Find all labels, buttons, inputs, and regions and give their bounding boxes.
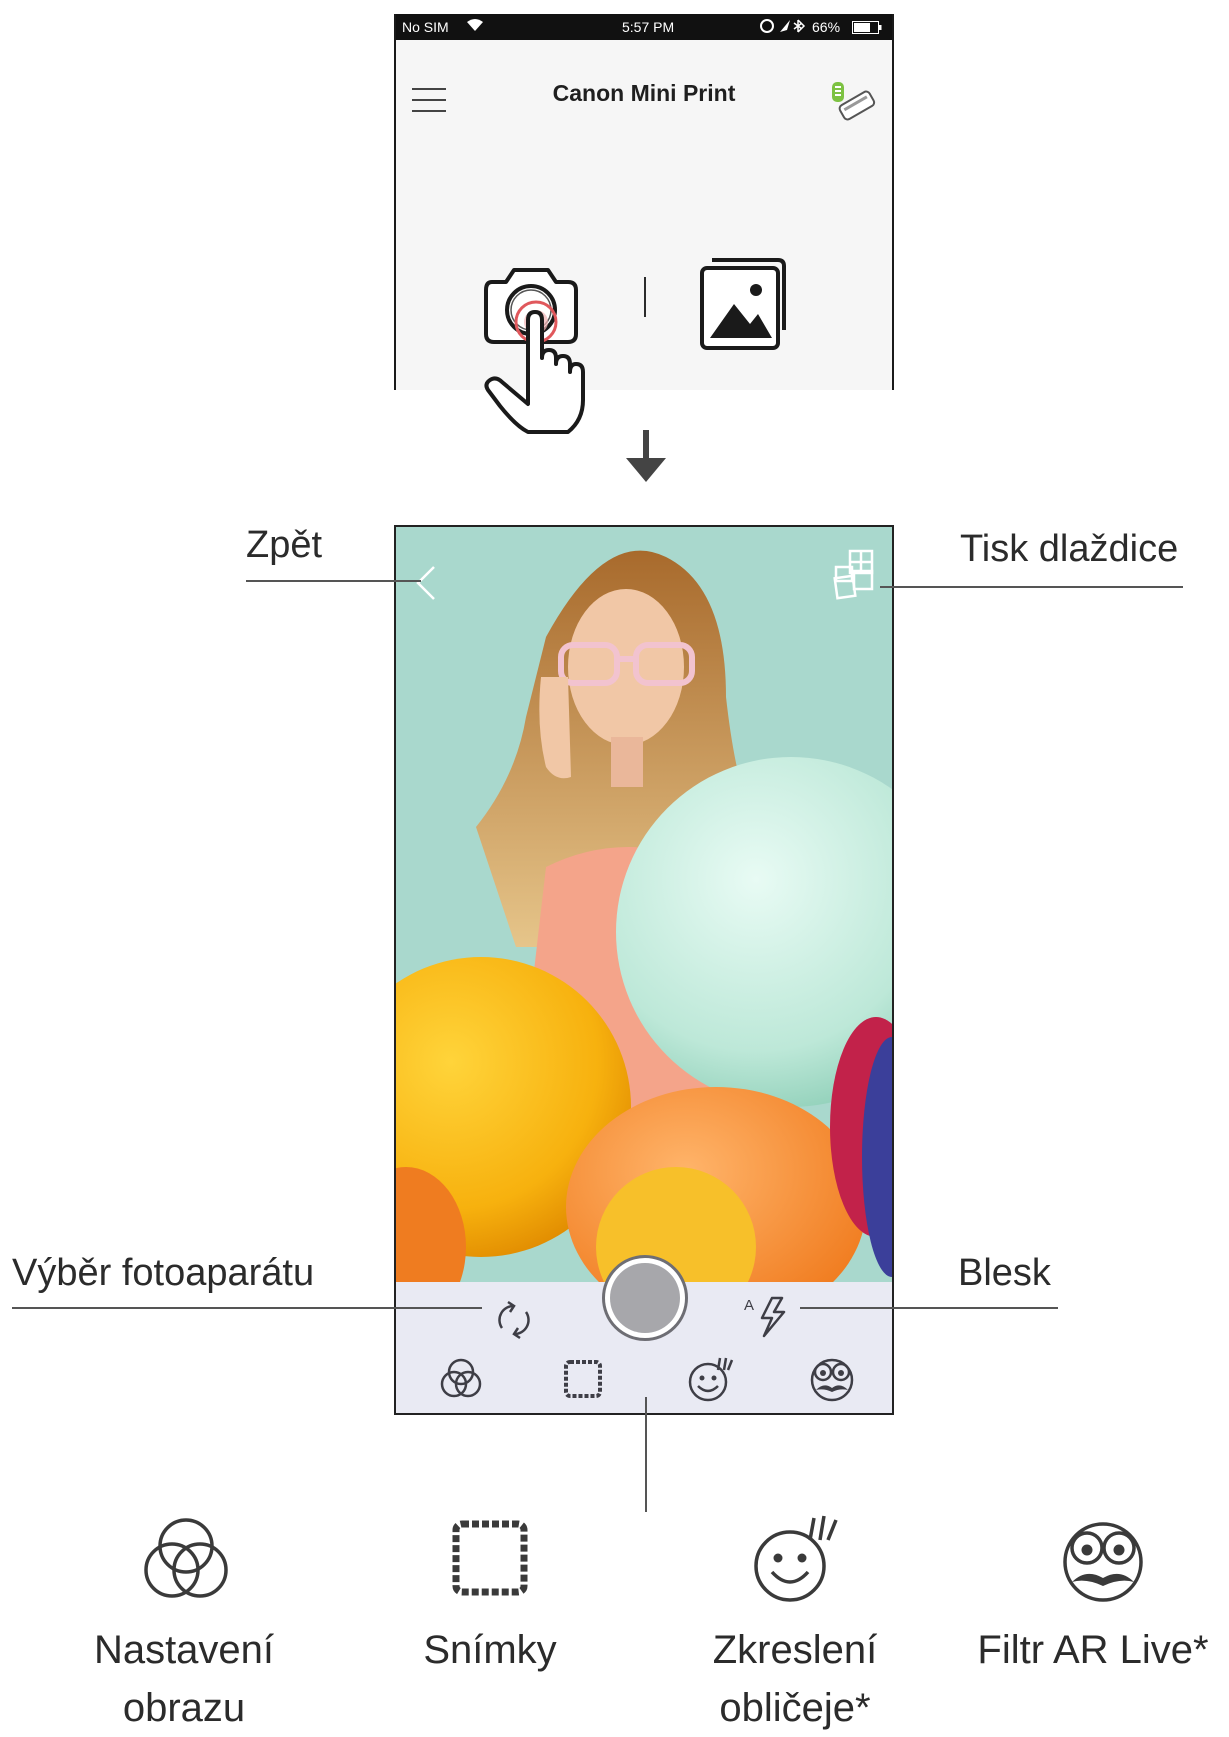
home-body <box>396 150 892 390</box>
face-distort-icon <box>748 1510 844 1611</box>
printer-status-icon[interactable] <box>826 78 878 122</box>
shutter-button[interactable] <box>602 1255 688 1341</box>
camera-preview <box>396 527 892 1282</box>
callout-back: Zpět <box>246 524 323 566</box>
tile-print-button[interactable] <box>832 549 876 601</box>
tap-hand-icon <box>478 300 598 440</box>
home-screen: No SIM 5:57 PM 66% Canon Mini Print <box>394 14 894 390</box>
callout-flash-line <box>800 1307 1058 1309</box>
menu-button[interactable] <box>412 88 448 114</box>
flash-auto-icon[interactable]: A <box>744 1294 790 1343</box>
chevron-left-icon <box>416 566 435 600</box>
svg-text:A: A <box>744 1297 754 1314</box>
button-divider <box>644 277 646 317</box>
legend-image-adjust: Nastavení obrazu <box>93 1628 275 1730</box>
ar-mustache-icon[interactable] <box>806 1352 858 1409</box>
legend-ar-filter: Filtr AR Live* <box>977 1628 1209 1672</box>
down-arrow-icon <box>624 428 668 484</box>
color-circles-icon[interactable] <box>438 1356 484 1407</box>
tile-print-icon <box>833 549 874 600</box>
toolbar-legend-line <box>645 1397 647 1512</box>
callout-back-line <box>246 580 421 582</box>
frame-icon <box>450 1518 530 1603</box>
back-button[interactable] <box>410 563 440 603</box>
gallery-button[interactable] <box>692 242 792 352</box>
battery-percent: 66% <box>812 19 841 35</box>
callout-flash: Blesk <box>958 1252 1051 1294</box>
gallery-icon <box>700 258 786 350</box>
clock: 5:57 PM <box>622 19 675 35</box>
status-bar: No SIM 5:57 PM 66% <box>394 14 894 40</box>
battery-icon <box>852 21 882 37</box>
switch-camera-icon[interactable] <box>492 1298 536 1347</box>
ar-mustache-icon <box>1056 1512 1150 1611</box>
wifi-icon <box>466 18 484 35</box>
legend-frames: Snímky <box>423 1628 557 1672</box>
legend-face-distort: Zkreslení obličeje* <box>712 1628 878 1730</box>
face-distort-icon[interactable] <box>684 1352 736 1409</box>
callout-camera-select: Výběr fotoaparátu <box>12 1252 315 1294</box>
orientation-lock-icon <box>760 18 806 37</box>
color-circles-icon <box>138 1514 234 1615</box>
callout-camera-select-line <box>12 1307 482 1309</box>
app-title: Canon Mini Print <box>552 80 736 106</box>
app-header: Canon Mini Print <box>394 40 894 150</box>
callout-tile-print-line <box>880 586 1183 588</box>
carrier-label: No SIM <box>402 19 449 35</box>
camera-screen: A <box>394 525 894 1415</box>
callout-tile-print: Tisk dlaždice <box>960 528 1179 570</box>
frame-icon[interactable] <box>562 1358 604 1405</box>
